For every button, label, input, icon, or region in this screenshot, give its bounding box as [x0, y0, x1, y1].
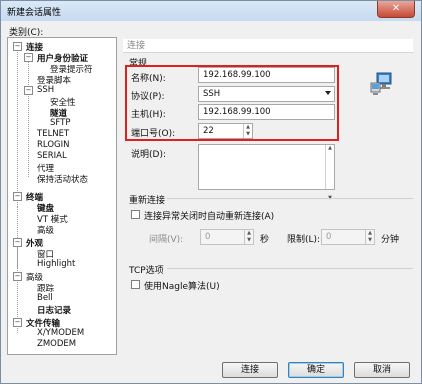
tree-item-keepalive[interactable]: 保持活动状态: [37, 173, 88, 185]
category-tree[interactable]: − 连接 − 用户身份验证 登录提示符 登录脚本 − SSH 安全性 隧道 SF…: [7, 37, 117, 355]
limit-value: 0: [326, 232, 332, 242]
tree-item-highlight[interactable]: Highlight: [37, 259, 75, 269]
spin-up-icon[interactable]: ▲: [366, 230, 374, 237]
tree-item-zmodem[interactable]: ZMODEM: [37, 339, 76, 349]
description-textarea[interactable]: ▲▼: [198, 144, 335, 201]
host-input[interactable]: 192.168.99.100: [198, 104, 335, 120]
limit-stepper[interactable]: 0 ▲ ▼: [321, 229, 375, 245]
divider: [167, 198, 413, 199]
tree-line: [17, 47, 18, 207]
spin-down-icon[interactable]: ▼: [244, 131, 252, 138]
interval-label: 间隔(V):: [149, 235, 184, 245]
collapse-toggle[interactable]: −: [13, 238, 22, 247]
protocol-value: SSH: [203, 89, 221, 99]
description-label: 说明(D):: [131, 150, 166, 160]
connect-button[interactable]: 连接: [222, 362, 278, 378]
scroll-up-icon[interactable]: ▲: [326, 145, 334, 167]
spin-up-icon[interactable]: ▲: [245, 230, 253, 237]
host-label: 主机(H):: [131, 110, 166, 120]
window-title: 新建会话属性: [7, 8, 62, 18]
network-computer-icon: [370, 72, 392, 95]
tree-item-logging[interactable]: 日志记录: [37, 304, 71, 316]
nagle-checkbox[interactable]: [131, 280, 140, 289]
spin-buttons[interactable]: ▲ ▼: [365, 230, 374, 244]
title-bar: 新建会话属性 ✕: [1, 1, 421, 21]
reconnect-group-label: 重新连接: [129, 196, 166, 206]
collapse-toggle[interactable]: −: [24, 86, 33, 95]
interval-value: 0: [205, 232, 211, 242]
collapse-toggle[interactable]: −: [13, 272, 22, 281]
nagle-label: 使用Nagle算法(U): [144, 282, 220, 292]
collapse-toggle[interactable]: −: [24, 53, 33, 62]
tree-item-xymodem[interactable]: X/YMODEM: [37, 328, 84, 338]
port-value: 22: [203, 126, 214, 136]
section-title: 连接: [123, 39, 413, 53]
spin-down-icon[interactable]: ▼: [366, 237, 374, 244]
protocol-label: 协议(P):: [131, 92, 165, 102]
divider: [167, 268, 413, 269]
port-stepper[interactable]: 22 ▲ ▼: [198, 123, 253, 139]
tree-item-bell[interactable]: Bell: [37, 293, 53, 303]
collapse-toggle[interactable]: −: [13, 192, 22, 201]
tree-line: [28, 60, 29, 177]
ok-button[interactable]: 确定: [288, 362, 344, 378]
tree-item-telnet[interactable]: TELNET: [37, 129, 69, 139]
spin-buttons[interactable]: ▲ ▼: [244, 230, 253, 244]
tcp-group-label: TCP选项: [129, 266, 164, 276]
auto-reconnect-checkbox[interactable]: [131, 210, 140, 219]
session-properties-dialog: 新建会话属性 ✕ 类别(C): − 连接 − 用户身份验证 登录提示符 登录脚本…: [0, 0, 422, 384]
limit-unit: 分钟: [381, 235, 400, 245]
auto-reconnect-label: 连接异常关闭时自动重新连接(A): [144, 212, 275, 222]
collapse-toggle[interactable]: −: [13, 42, 22, 51]
protocol-select[interactable]: SSH: [198, 86, 335, 102]
textarea-scroll[interactable]: ▲▼: [325, 145, 334, 201]
collapse-toggle[interactable]: −: [13, 318, 22, 327]
tree-item-serial[interactable]: SERIAL: [37, 151, 67, 161]
name-input[interactable]: 192.168.99.100: [198, 67, 335, 83]
spin-buttons[interactable]: ▲ ▼: [243, 124, 252, 138]
close-button[interactable]: ✕: [377, 1, 415, 18]
spin-up-icon[interactable]: ▲: [244, 124, 252, 131]
spin-down-icon[interactable]: ▼: [245, 237, 253, 244]
name-label: 名称(N):: [131, 74, 166, 84]
tree-item-terminal-advanced[interactable]: 高级: [37, 224, 54, 236]
interval-stepper[interactable]: 0 ▲ ▼: [200, 229, 254, 245]
tree-item-rlogin[interactable]: RLOGIN: [37, 140, 69, 150]
chevron-down-icon: [325, 91, 331, 95]
interval-unit: 秒: [260, 235, 270, 245]
cancel-button[interactable]: 取消: [354, 362, 410, 378]
tree-item-ssh[interactable]: SSH: [37, 85, 54, 95]
tree-item-sftp[interactable]: SFTP: [50, 118, 70, 128]
port-label: 端口号(O):: [131, 129, 176, 139]
limit-label: 限制(L):: [287, 235, 321, 245]
